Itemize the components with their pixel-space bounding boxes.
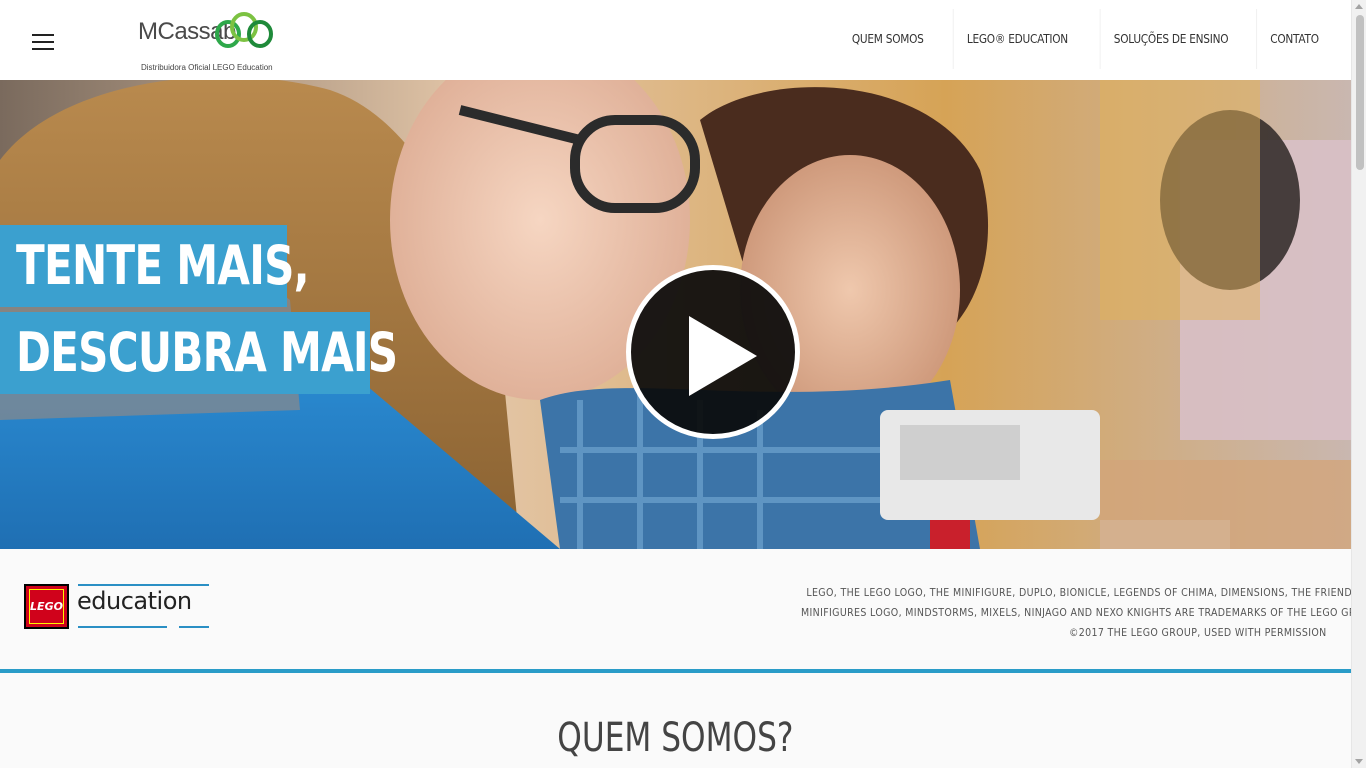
trademark-notice: LEGO, THE LEGO LOGO, THE MINIFIGURE, DUP… [707,583,1366,643]
section-title: QUEM SOMOS? [557,715,794,761]
education-word: education [77,587,192,615]
site-header: MCassab Distribuidora Oficial LEGO Educa… [0,0,1351,80]
page-scrollbar[interactable] [1351,0,1366,768]
hero-headline-line1: TENTE MAIS, [0,225,310,307]
hero-banner: TENTE MAIS, DESCUBRA MAIS [0,80,1351,549]
mcassab-logo[interactable]: MCassab Distribuidora Oficial LEGO Educa… [138,10,288,74]
trademark-line-3: ©2017 THE LEGO GROUP, USED WITH PERMISSI… [1069,626,1327,639]
nav-solucoes-de-ensino[interactable]: SOLUÇÕES DE ENSINO [1099,9,1241,69]
scroll-up-icon[interactable] [1355,4,1363,9]
quem-somos-section: QUEM SOMOS? [0,673,1351,768]
play-video-button[interactable] [626,265,800,439]
scroll-down-icon[interactable] [1355,759,1363,764]
logo-tagline: Distribuidora Oficial LEGO Education [141,63,273,72]
hero-headline-line2: DESCUBRA MAIS [0,312,398,394]
logo-rings-icon [215,12,273,48]
trademark-line-2: MINIFIGURES LOGO, MINDSTORMS, MIXELS, NI… [801,606,1366,619]
nav-quem-somos[interactable]: QUEM SOMOS [839,9,937,69]
lego-badge-text: LEGO [30,600,63,613]
scroll-thumb[interactable] [1356,15,1364,170]
lego-badge: LEGO [24,584,69,629]
nav-lego-education[interactable]: LEGO® EDUCATION [952,9,1081,69]
play-icon [689,316,757,396]
trademark-line-1: LEGO, THE LEGO LOGO, THE MINIFIGURE, DUP… [806,586,1366,599]
nav-contato[interactable]: CONTATO [1256,9,1332,69]
hamburger-menu-icon[interactable] [22,22,64,62]
partner-strip: LEGO education LEGO, THE LEGO LOGO, THE … [0,549,1366,671]
main-nav: QUEM SOMOS LEGO® EDUCATION SOLUÇÕES DE E… [832,9,1337,69]
lego-education-logo[interactable]: LEGO education [24,584,214,634]
